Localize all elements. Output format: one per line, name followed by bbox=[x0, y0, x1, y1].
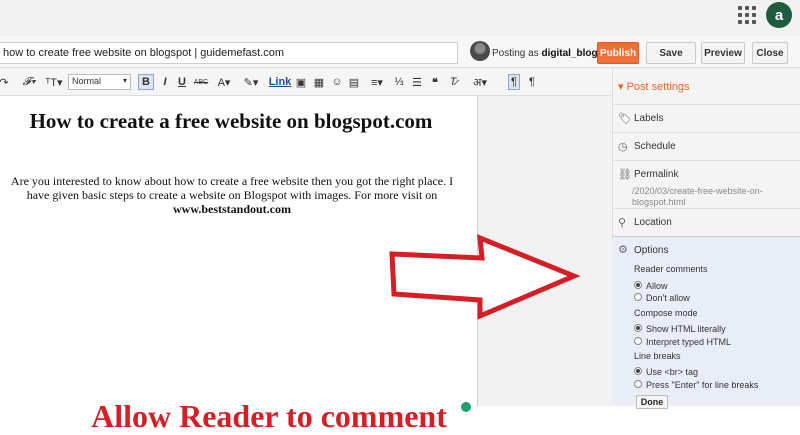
jump-break-icon[interactable]: ▤ bbox=[347, 74, 361, 90]
format-select[interactable]: Normal bbox=[68, 74, 131, 90]
emoji-icon[interactable]: ☺ bbox=[330, 74, 344, 90]
close-button[interactable]: Close bbox=[752, 42, 788, 64]
author-avatar bbox=[470, 41, 490, 61]
input-tools-button[interactable]: अ ▾ bbox=[470, 74, 490, 90]
account-avatar[interactable]: a bbox=[766, 2, 792, 28]
link-icon: ⛓ bbox=[618, 169, 632, 181]
link-button[interactable]: Link bbox=[269, 74, 292, 90]
preview-button[interactable]: Preview bbox=[701, 42, 745, 64]
align-icon[interactable]: ≡▾ bbox=[368, 74, 386, 90]
interpret-html-label: Interpret typed HTML bbox=[646, 337, 732, 347]
editor-toolbar: ↷ 𝓕▾ ᵀT▾ Normal B I U ABC A▾ ✎▾ Link ▣ ▦… bbox=[0, 68, 612, 96]
tag-icon: 🏷 bbox=[618, 113, 632, 125]
posting-as-label: Posting as digital_blogger bbox=[492, 48, 613, 59]
compose-mode-label: Compose mode bbox=[634, 308, 698, 318]
permalink-url: /2020/03/create-free-website-on-blogspot… bbox=[632, 186, 763, 207]
line-breaks-label: Line breaks bbox=[634, 351, 681, 361]
font-size-icon[interactable]: ᵀT▾ bbox=[42, 74, 66, 90]
post-title-input[interactable] bbox=[0, 42, 458, 64]
use-br-radio[interactable] bbox=[634, 367, 642, 375]
labels-label: Labels bbox=[634, 113, 664, 124]
input-tools-label: अ bbox=[473, 76, 482, 89]
use-br-label: Use <br> tag bbox=[646, 367, 699, 377]
show-html-label: Show HTML literally bbox=[646, 324, 726, 334]
annotation-callout: Allow Reader to comment bbox=[91, 398, 447, 434]
strikethrough-button[interactable]: ABC bbox=[192, 74, 210, 90]
gear-icon: ⚙ bbox=[618, 244, 628, 256]
ltr-icon[interactable]: ¶ bbox=[508, 74, 520, 90]
posting-as-prefix: Posting as bbox=[492, 48, 539, 59]
interpret-html-radio[interactable] bbox=[634, 337, 642, 345]
post-title-bar: Posting as digital_blogger Publish Save … bbox=[0, 36, 800, 68]
post-body-text: Are you interested to know about how to … bbox=[10, 174, 454, 202]
numbered-list-icon[interactable]: ⅓ bbox=[392, 74, 406, 90]
clock-icon: ◷ bbox=[618, 141, 628, 153]
schedule-label: Schedule bbox=[634, 141, 676, 152]
font-family-icon[interactable]: 𝓕▾ bbox=[18, 74, 40, 90]
schedule-section[interactable]: ◷ Schedule bbox=[612, 132, 800, 160]
bold-button[interactable]: B bbox=[138, 74, 154, 90]
permalink-label: Permalink bbox=[634, 169, 679, 180]
post-settings-title: Post settings bbox=[626, 81, 690, 93]
show-html-radio[interactable] bbox=[634, 324, 642, 332]
press-enter-radio[interactable] bbox=[634, 380, 642, 388]
allow-radio[interactable] bbox=[634, 281, 642, 289]
post-body-link[interactable]: www.beststandout.com bbox=[173, 202, 291, 216]
save-button[interactable]: Save bbox=[646, 42, 696, 64]
dont-allow-radio[interactable] bbox=[634, 293, 642, 301]
status-dot-icon bbox=[461, 402, 471, 412]
press-enter-label: Press "Enter" for line breaks bbox=[646, 380, 759, 390]
post-body: Are you interested to know about how to … bbox=[4, 174, 460, 216]
text-color-icon[interactable]: A▾ bbox=[213, 74, 235, 90]
done-button[interactable]: Done bbox=[636, 395, 668, 409]
format-select-value: Normal bbox=[72, 76, 102, 86]
underline-button[interactable]: U bbox=[175, 74, 189, 90]
location-section[interactable]: ⚲ Location bbox=[612, 208, 800, 236]
bullet-list-icon[interactable]: ☰ bbox=[410, 74, 424, 90]
top-bar: a bbox=[0, 0, 800, 36]
allow-label: Allow bbox=[646, 281, 668, 291]
highlight-icon[interactable]: ✎▾ bbox=[240, 74, 262, 90]
post-settings-heading[interactable]: ▾ Post settings bbox=[618, 80, 690, 93]
italic-button[interactable]: I bbox=[158, 74, 172, 90]
quote-icon[interactable]: ❝ bbox=[428, 74, 442, 90]
annotation-arrow-icon bbox=[389, 234, 581, 320]
location-label: Location bbox=[634, 217, 672, 228]
remove-format-icon[interactable]: T̷ bbox=[446, 74, 460, 90]
apps-grid-icon[interactable] bbox=[738, 6, 756, 24]
video-icon[interactable]: ▦ bbox=[312, 74, 326, 90]
reader-comments-label: Reader comments bbox=[634, 264, 708, 274]
options-label[interactable]: Options bbox=[634, 245, 668, 256]
image-icon[interactable]: ▣ bbox=[294, 74, 308, 90]
publish-button[interactable]: Publish bbox=[597, 42, 639, 64]
post-heading: How to create a free website on blogspot… bbox=[29, 109, 433, 133]
dont-allow-label: Don't allow bbox=[646, 293, 690, 303]
redo-icon[interactable]: ↷ bbox=[0, 74, 9, 90]
labels-section[interactable]: 🏷 Labels bbox=[612, 104, 800, 132]
rtl-icon[interactable]: ¶ bbox=[526, 74, 538, 90]
location-pin-icon: ⚲ bbox=[618, 217, 627, 229]
